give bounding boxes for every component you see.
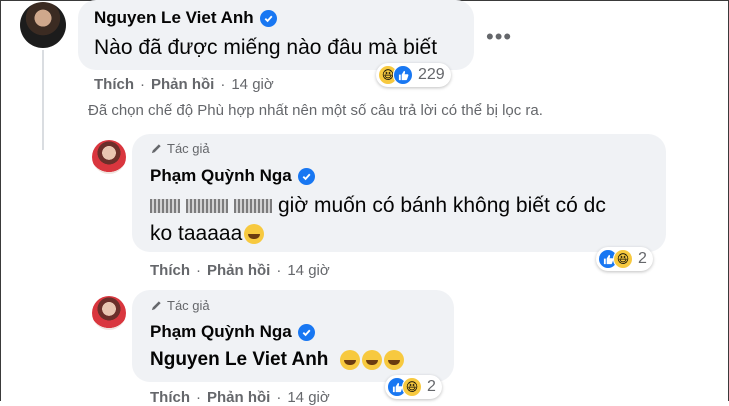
haha-icon: 😆	[613, 249, 633, 269]
reply-actions: Thích · Phản hồi · 14 giờ	[150, 389, 330, 406]
reply-time[interactable]: 14 giờ	[287, 389, 329, 406]
grinning-emoji-icon	[339, 349, 360, 370]
pencil-icon	[151, 144, 161, 154]
thread-connector	[42, 50, 44, 150]
like-button[interactable]: Thích	[150, 262, 190, 279]
reply-time[interactable]: 14 giờ	[287, 262, 329, 279]
separator-dot: ·	[220, 76, 226, 93]
blurred-mention	[234, 199, 272, 214]
reaction-count: 2	[427, 378, 436, 395]
reply-author-row: Phạm Quỳnh Nga	[150, 322, 315, 342]
avatar-nguyen-le-viet-anh[interactable]	[20, 2, 66, 48]
reply-actions: Thích · Phản hồi · 14 giờ	[150, 262, 330, 279]
verified-icon	[259, 9, 277, 27]
filter-note: Đã chọn chế độ Phù hợp nhất nên một số c…	[88, 102, 543, 119]
haha-icon: 😆	[402, 377, 422, 397]
reactions-summary[interactable]: 😆 2	[596, 247, 653, 271]
avatar-pham-quynh-nga[interactable]	[92, 140, 126, 174]
avatar-pham-quynh-nga[interactable]	[92, 296, 126, 330]
comment-text: Nào đã được miếng nào đâu mà biết	[94, 36, 438, 59]
separator-dot: ·	[196, 262, 201, 279]
reactions-summary[interactable]: 😆 229	[376, 63, 451, 87]
reaction-count: 229	[418, 66, 445, 83]
comment-actions: Thích · Phản hồi · 14 giờ	[94, 76, 274, 93]
like-button[interactable]: Thích	[94, 76, 134, 93]
author-badge-label: Tác giả	[167, 298, 210, 313]
comment-author-name[interactable]: Nguyen Le Viet Anh	[94, 8, 254, 28]
reply-text: Nguyen Le Viet Anh	[150, 346, 404, 374]
reply-author-name[interactable]: Phạm Quỳnh Nga	[150, 166, 292, 186]
like-button[interactable]: Thích	[150, 389, 190, 406]
reply-button[interactable]: Phản hồi	[207, 262, 270, 279]
comment-time[interactable]: 14 giờ	[231, 76, 273, 93]
reply-author-name[interactable]: Phạm Quỳnh Nga	[150, 322, 292, 342]
reply-button[interactable]: Phản hồi	[151, 76, 214, 93]
separator-dot: ·	[140, 76, 145, 93]
author-badge-label: Tác giả	[167, 141, 210, 156]
more-options-icon[interactable]: •••	[486, 24, 512, 50]
reply-author-row: Phạm Quỳnh Nga	[150, 166, 315, 186]
like-icon	[393, 65, 413, 85]
pencil-icon	[151, 301, 161, 311]
separator-dot: ·	[196, 389, 201, 406]
monocle-emoji-icon	[244, 224, 265, 245]
reply-text-content: ko taaaaa	[150, 222, 243, 245]
mention-link[interactable]: Nguyen Le Viet Anh	[150, 349, 328, 370]
blurred-mention	[150, 199, 180, 214]
comment-author-row: Nguyen Le Viet Anh	[94, 8, 277, 28]
grinning-emoji-icon	[361, 349, 382, 370]
separator-dot: ·	[276, 389, 282, 406]
reactions-summary[interactable]: 😆 2	[385, 375, 442, 399]
grinning-emoji-icon	[383, 349, 404, 370]
blurred-mention	[186, 199, 228, 214]
author-badge: Tác giả	[150, 298, 210, 313]
reply-button[interactable]: Phản hồi	[207, 389, 270, 406]
reply-text-line1: giờ muốn có bánh không biết có dc	[150, 192, 606, 220]
verified-icon	[297, 167, 315, 185]
verified-icon	[297, 323, 315, 341]
author-badge: Tác giả	[150, 141, 210, 156]
reply-text-line2: ko taaaaa	[150, 220, 265, 248]
reply-text-content: giờ muốn có bánh không biết có dc	[278, 194, 606, 217]
reaction-count: 2	[638, 250, 647, 267]
separator-dot: ·	[276, 262, 282, 279]
